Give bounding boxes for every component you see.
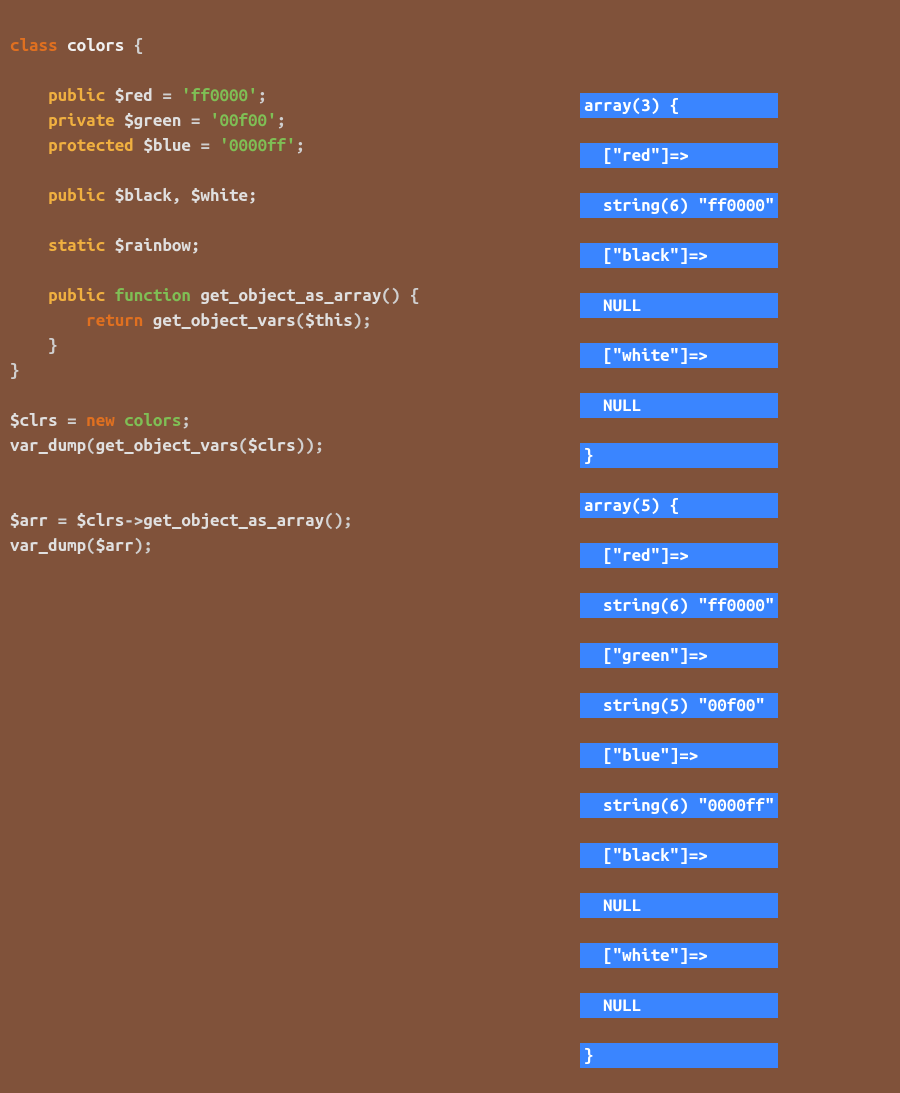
keyword-protected: protected (48, 136, 134, 155)
keyword-public: public (48, 86, 105, 105)
output-line: ["black"]=> (580, 243, 778, 268)
code-line: $clrs = new colors; (10, 411, 191, 430)
code-line: public function get_object_as_array() { (10, 286, 419, 305)
code-line: public $black, $white; (10, 186, 258, 205)
keyword-function: function (115, 286, 191, 305)
output-line: string(6) "ff0000" (580, 193, 778, 218)
string-literal: '00f00' (210, 111, 277, 130)
code-line: var_dump($arr); (10, 536, 153, 555)
keyword-class: class (10, 36, 58, 55)
output-line: NULL (580, 293, 778, 318)
class-name: colors (67, 36, 124, 55)
output-line: string(5) "00f00" (580, 693, 778, 718)
code-line: } (10, 361, 20, 380)
output-line: NULL (580, 393, 778, 418)
code-editor[interactable]: class colors { public $red = 'ff0000'; p… (10, 8, 419, 558)
output-line: ["green"]=> (580, 643, 778, 668)
output-line: NULL (580, 993, 778, 1018)
code-line: class colors { (10, 36, 143, 55)
keyword-private: private (48, 111, 115, 130)
function-name: get_object_as_array (200, 286, 381, 305)
code-line: protected $blue = '0000ff'; (10, 136, 305, 155)
string-literal: '0000ff' (219, 136, 295, 155)
output-line: string(6) "0000ff" (580, 793, 778, 818)
output-panel[interactable]: array(3) { ["red"]=> string(6) "ff0000" … (580, 68, 778, 1093)
code-line: $arr = $clrs->get_object_as_array(); (10, 511, 353, 530)
code-line: return get_object_vars($this); (10, 311, 372, 330)
output-line: ["white"]=> (580, 943, 778, 968)
keyword-static: static (48, 236, 105, 255)
keyword-public: public (48, 186, 105, 205)
code-line: private $green = '00f00'; (10, 111, 286, 130)
output-line: array(3) { (580, 93, 778, 118)
output-line: } (580, 1043, 778, 1068)
code-line: var_dump(get_object_vars($clrs)); (10, 436, 324, 455)
string-literal: 'ff0000' (181, 86, 257, 105)
output-line: NULL (580, 893, 778, 918)
output-line: ["black"]=> (580, 843, 778, 868)
keyword-public: public (48, 286, 105, 305)
code-line: public $red = 'ff0000'; (10, 86, 267, 105)
output-line: ["blue"]=> (580, 743, 778, 768)
code-line: static $rainbow; (10, 236, 200, 255)
output-line: string(6) "ff0000" (580, 593, 778, 618)
output-line: } (580, 443, 778, 468)
code-line: } (10, 336, 58, 355)
output-line: ["red"]=> (580, 543, 778, 568)
output-line: ["white"]=> (580, 343, 778, 368)
output-line: array(5) { (580, 493, 778, 518)
output-line: ["red"]=> (580, 143, 778, 168)
keyword-return: return (86, 311, 143, 330)
keyword-new: new (86, 411, 115, 430)
